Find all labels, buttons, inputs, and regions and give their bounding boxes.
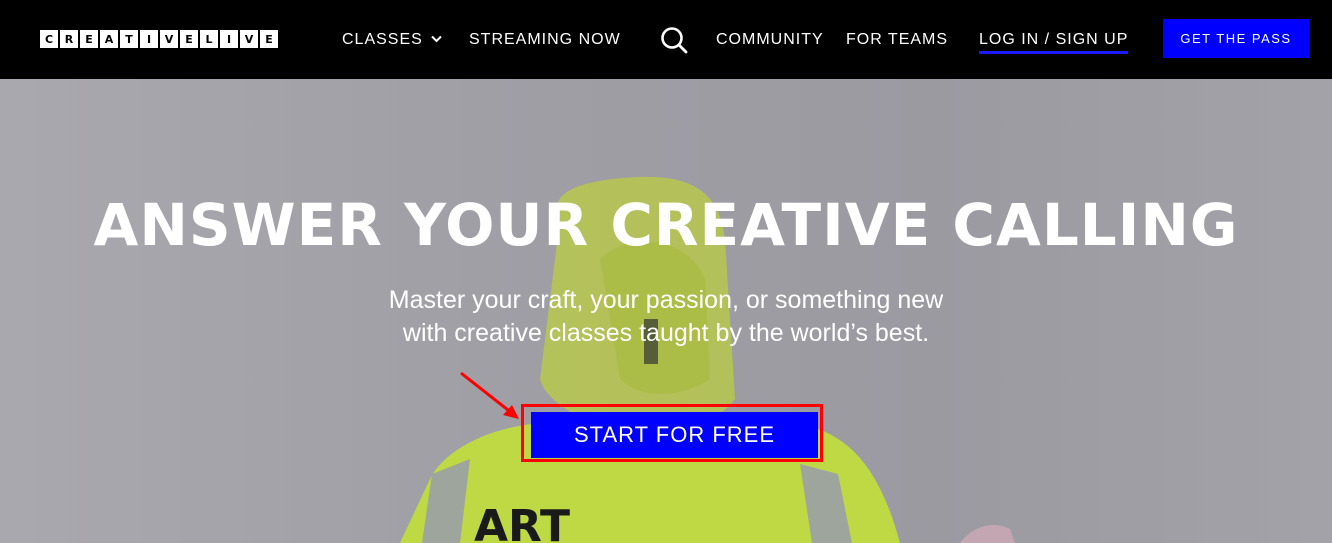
logo-letter: A xyxy=(100,30,118,48)
login-signup-link[interactable]: LOG IN / SIGN UP xyxy=(979,31,1129,54)
logo-letter: R xyxy=(60,30,78,48)
logo-letter: T xyxy=(120,30,138,48)
hero-subtitle: Master your craft, your passion, or some… xyxy=(0,284,1332,350)
logo-letter: I xyxy=(220,30,238,48)
nav-community[interactable]: COMMUNITY xyxy=(716,31,824,49)
logo-letter: E xyxy=(80,30,98,48)
nav-classes[interactable]: CLASSES xyxy=(342,31,442,49)
hero-subtitle-line-1: Master your craft, your passion, or some… xyxy=(388,286,944,314)
hero-section: ART ANSWER YOUR CREATIVE CALLING Master … xyxy=(0,79,1332,543)
logo-letter: I xyxy=(140,30,158,48)
top-nav: CREATIVELIVE CLASSES STREAMING NOW COMMU… xyxy=(0,0,1332,79)
start-for-free-button[interactable]: START FOR FREE xyxy=(531,412,818,458)
hero-title: ANSWER YOUR CREATIVE CALLING xyxy=(93,191,1239,259)
arrow-annotation-icon xyxy=(460,371,519,419)
nav-for-teams[interactable]: FOR TEAMS xyxy=(846,31,948,49)
logo-letter: C xyxy=(40,30,58,48)
hero-subtitle-line-2: with creative classes taught by the worl… xyxy=(402,319,930,347)
logo-letter: V xyxy=(240,30,258,48)
jacket-text: ART xyxy=(474,501,570,543)
logo-letter: E xyxy=(180,30,198,48)
nav-streaming-now[interactable]: STREAMING NOW xyxy=(469,31,621,49)
creativelive-logo[interactable]: CREATIVELIVE xyxy=(40,30,278,48)
nav-classes-label: CLASSES xyxy=(342,31,423,48)
search-icon[interactable] xyxy=(660,26,688,54)
logo-letter: E xyxy=(260,30,278,48)
logo-letter: L xyxy=(200,30,218,48)
logo-letter: V xyxy=(160,30,178,48)
chevron-down-icon xyxy=(427,32,442,46)
get-the-pass-button[interactable]: GET THE PASS xyxy=(1163,19,1309,58)
